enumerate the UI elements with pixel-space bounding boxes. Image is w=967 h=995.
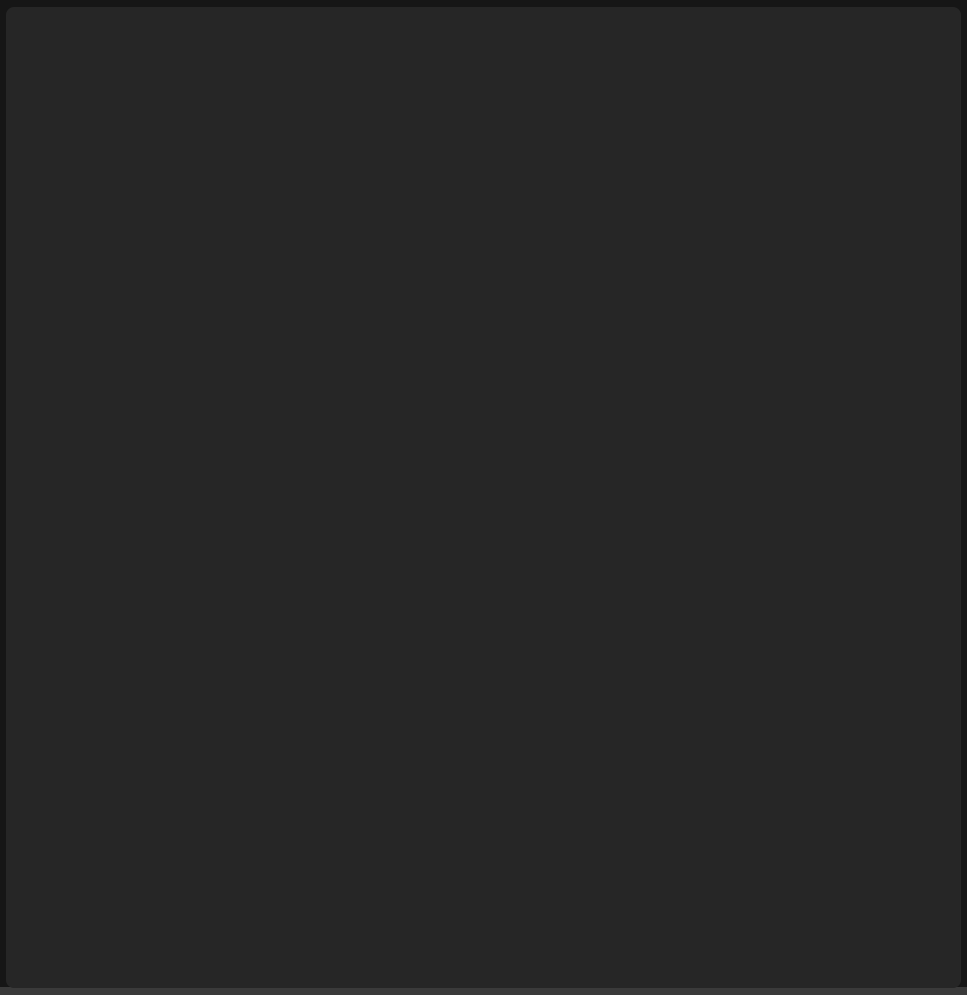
page-background-strip <box>0 987 967 995</box>
user-edit-form-page: Identification Full Name * testarr ? Use… <box>0 0 967 995</box>
form-card <box>6 7 961 988</box>
